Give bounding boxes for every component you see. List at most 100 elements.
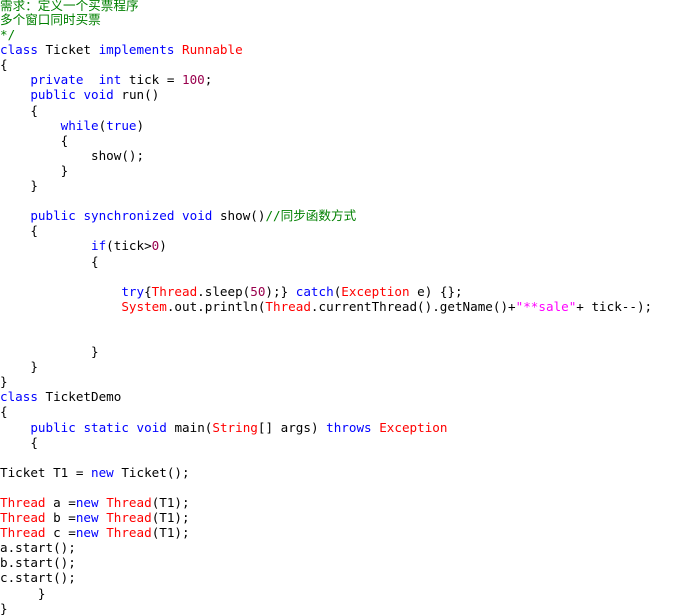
code-token-kw: throws xyxy=(326,419,372,435)
code-token-plain: (tick> xyxy=(106,238,152,254)
code-token-kw: void xyxy=(182,208,213,224)
code-token-kw: new xyxy=(75,525,99,541)
code-token-type: Thread xyxy=(0,495,46,510)
code-line: c.start(); xyxy=(0,570,700,585)
code-line: Thread c =new Thread(T1); xyxy=(0,525,700,540)
code-line: class Ticket implements Runnable xyxy=(0,42,700,57)
code-token-kw: void xyxy=(83,87,114,103)
code-token-plain: b.start(); xyxy=(0,555,76,571)
code-token-plain: show() xyxy=(212,208,266,224)
code-token-type: Exception xyxy=(379,419,448,435)
code-token-kw: class xyxy=(0,42,38,58)
code-token-plain: (T1); xyxy=(151,495,190,510)
code-token-plain: Ticket(); xyxy=(113,464,190,480)
code-token-plain: { xyxy=(0,434,38,450)
code-token-plain: Ticket T1 = xyxy=(0,464,91,480)
code-token-plain: } xyxy=(0,600,8,616)
code-token-str: "**sale" xyxy=(515,298,577,314)
code-line: class TicketDemo xyxy=(0,389,700,404)
code-line: } xyxy=(0,586,700,601)
code-token-plain: } xyxy=(0,162,69,178)
code-token-plain: e) {}; xyxy=(409,283,463,299)
code-token-type: Thread xyxy=(265,298,311,314)
code-token-kw: int xyxy=(98,72,122,88)
code-line: } xyxy=(0,163,700,178)
code-token-kw: catch xyxy=(295,283,334,299)
code-token-plain: ) xyxy=(159,238,167,254)
code-line: b.start(); xyxy=(0,555,700,570)
code-line: public static void main(String[] args) t… xyxy=(0,420,700,435)
code-line: */ xyxy=(0,27,700,42)
code-token-kw: private xyxy=(30,72,84,88)
code-listing[interactable]: 需求：定义一个买票程序 多个窗口同时买票 */class Ticket implem… xyxy=(0,0,700,616)
code-token-kw: public xyxy=(30,208,76,224)
code-line: } xyxy=(0,344,700,359)
code-line: show(); xyxy=(0,148,700,163)
code-token-plain: { xyxy=(0,223,38,239)
code-token-plain: { xyxy=(0,132,69,148)
code-line: } xyxy=(0,374,700,389)
code-line: Ticket T1 = new Ticket(); xyxy=(0,465,700,480)
code-line: Thread a =new Thread(T1); xyxy=(0,495,700,510)
code-line: public synchronized void show()//同步函数方式 xyxy=(0,208,700,223)
code-line: { xyxy=(0,435,700,450)
code-token-plain: ; xyxy=(204,72,213,88)
code-token-plain: .currentThread().getName()+ xyxy=(310,298,516,314)
code-token-type: Thread xyxy=(106,510,152,526)
code-token-plain: { xyxy=(0,57,8,73)
code-line: } xyxy=(0,178,700,193)
code-line: 多个窗口同时买票 xyxy=(0,12,700,27)
code-token-kw: static xyxy=(83,419,129,435)
code-token-num: 50 xyxy=(250,283,266,299)
code-token-kw: new xyxy=(75,510,99,526)
code-line: private int tick = 100; xyxy=(0,72,700,87)
code-line: { xyxy=(0,133,700,148)
code-line: while(true) xyxy=(0,118,700,133)
code-token-plain: b = xyxy=(45,510,76,526)
code-token-plain: .out.println( xyxy=(166,298,266,314)
code-token-comment: //同步函数方式 xyxy=(265,208,357,224)
code-token-kw: class xyxy=(0,389,38,405)
code-line: a.start(); xyxy=(0,540,700,555)
code-token-plain: } xyxy=(0,374,8,390)
code-line: System.out.println(Thread.currentThread(… xyxy=(0,299,700,314)
code-token-plain: (T1); xyxy=(151,510,190,526)
code-token-comment: */ xyxy=(0,27,16,43)
code-line: { xyxy=(0,254,700,269)
code-token-kw: if xyxy=(91,238,107,254)
code-token-type: String xyxy=(212,419,258,435)
code-token-plain: );} xyxy=(265,283,296,299)
code-line: } xyxy=(0,359,700,374)
code-token-type: Thread xyxy=(0,510,46,526)
code-token-comment: 多个窗口同时买票 xyxy=(0,12,101,27)
code-token-kw: implements xyxy=(98,42,175,58)
code-token-plain: (T1); xyxy=(151,525,190,541)
code-token-plain: } xyxy=(0,344,99,360)
code-line: { xyxy=(0,223,700,238)
code-token-kw: new xyxy=(75,495,99,510)
code-token-type: System xyxy=(121,298,167,314)
code-token-kw: try xyxy=(121,283,145,299)
code-token-type: Thread xyxy=(106,525,152,541)
code-token-plain: c = xyxy=(45,525,76,541)
code-token-kw: new xyxy=(91,464,114,480)
code-token-plain: ) xyxy=(136,117,145,133)
code-token-plain: a = xyxy=(45,495,76,510)
code-token-plain: { xyxy=(144,283,152,299)
code-token-plain: } xyxy=(0,359,38,375)
code-token-kw: public xyxy=(30,419,76,435)
code-line: if(tick>0) xyxy=(0,238,700,253)
code-line: { xyxy=(0,404,700,419)
code-token-kw: true xyxy=(106,117,137,133)
